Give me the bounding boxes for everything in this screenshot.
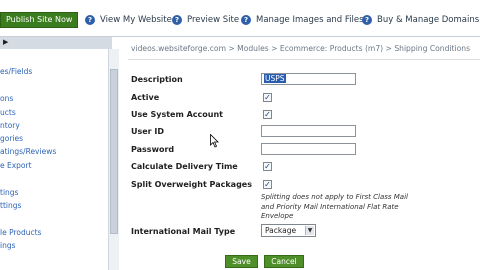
sidebar-scrollbar[interactable]	[108, 49, 119, 270]
buy-domains-link[interactable]: ? Buy & Manage Domains	[362, 14, 480, 28]
sidebar-item[interactable]: es/Fields	[0, 67, 32, 77]
chevron-down-icon[interactable]: ▼	[305, 226, 314, 235]
view-website-label: View My Website	[100, 15, 172, 25]
use-system-account-checkbox[interactable]: ✓	[263, 110, 272, 119]
sidebar-item[interactable]: ons	[0, 94, 13, 104]
sidebar-item[interactable]: ucts	[0, 108, 16, 118]
calculate-delivery-label: Calculate Delivery Time	[131, 162, 238, 171]
sidebar-item[interactable]: ings	[0, 241, 16, 251]
sidebar-header[interactable]: ▶	[0, 37, 112, 49]
split-overweight-label: Split Overweight Packages	[131, 180, 252, 189]
active-label: Active	[131, 93, 160, 102]
sidebar-item[interactable]: tings	[0, 188, 18, 198]
description-value: USPS	[264, 74, 286, 83]
intl-mail-type-label: International Mail Type	[131, 227, 236, 236]
manage-images-link[interactable]: ? Manage Images and Files	[241, 14, 366, 28]
user-id-label: User ID	[131, 127, 165, 136]
password-input[interactable]	[261, 143, 356, 155]
cancel-button[interactable]: Cancel	[264, 255, 304, 268]
divider	[128, 59, 480, 60]
triangle-right-icon[interactable]: ▶	[3, 38, 8, 46]
password-label: Password	[131, 145, 175, 154]
publish-site-button[interactable]: Publish Site Now	[0, 12, 78, 28]
help-icon: ?	[172, 15, 182, 25]
help-icon: ?	[85, 15, 95, 25]
save-button[interactable]: Save	[225, 255, 258, 268]
help-icon: ?	[241, 15, 251, 25]
intl-mail-type-value: Package	[265, 226, 297, 235]
description-input[interactable]: USPS	[261, 73, 356, 85]
top-toolbar: Publish Site Now ? View My Website ? Pre…	[0, 0, 480, 37]
preview-site-label: Preview Site	[187, 15, 240, 25]
sidebar-scrollbar-thumb[interactable]	[110, 69, 118, 234]
sidebar-item[interactable]: ntory	[0, 121, 20, 131]
mouse-cursor-icon	[210, 134, 219, 148]
help-icon: ?	[362, 15, 372, 25]
preview-site-link[interactable]: ? Preview Site	[172, 14, 242, 28]
sidebar-item[interactable]: gories	[0, 134, 23, 144]
calculate-delivery-checkbox[interactable]: ✓	[263, 162, 272, 171]
intl-mail-type-select[interactable]: Package ▼	[261, 224, 316, 237]
breadcrumb[interactable]: videos.websiteforge.com > Modules > Ecom…	[131, 43, 480, 55]
view-website-link[interactable]: ? View My Website	[85, 14, 172, 28]
use-system-account-label: Use System Account	[131, 110, 223, 119]
sidebar-item[interactable]: le Products	[0, 228, 41, 238]
sidebar-item[interactable]: ttings	[0, 201, 21, 211]
user-id-input[interactable]	[261, 125, 356, 137]
active-checkbox[interactable]: ✓	[263, 93, 272, 102]
sidebar-item[interactable]: e Export	[0, 161, 32, 171]
sidebar: ▶ es/Fields ons ucts ntory gories atings…	[0, 37, 120, 270]
split-note: Splitting does not apply to First Class …	[261, 193, 408, 220]
buy-domains-label: Buy & Manage Domains	[377, 15, 480, 25]
description-label: Description	[131, 75, 183, 84]
split-overweight-checkbox[interactable]: ✓	[263, 180, 272, 189]
sidebar-item[interactable]: atings/Reviews	[0, 147, 56, 157]
manage-images-label: Manage Images and Files	[256, 15, 364, 25]
